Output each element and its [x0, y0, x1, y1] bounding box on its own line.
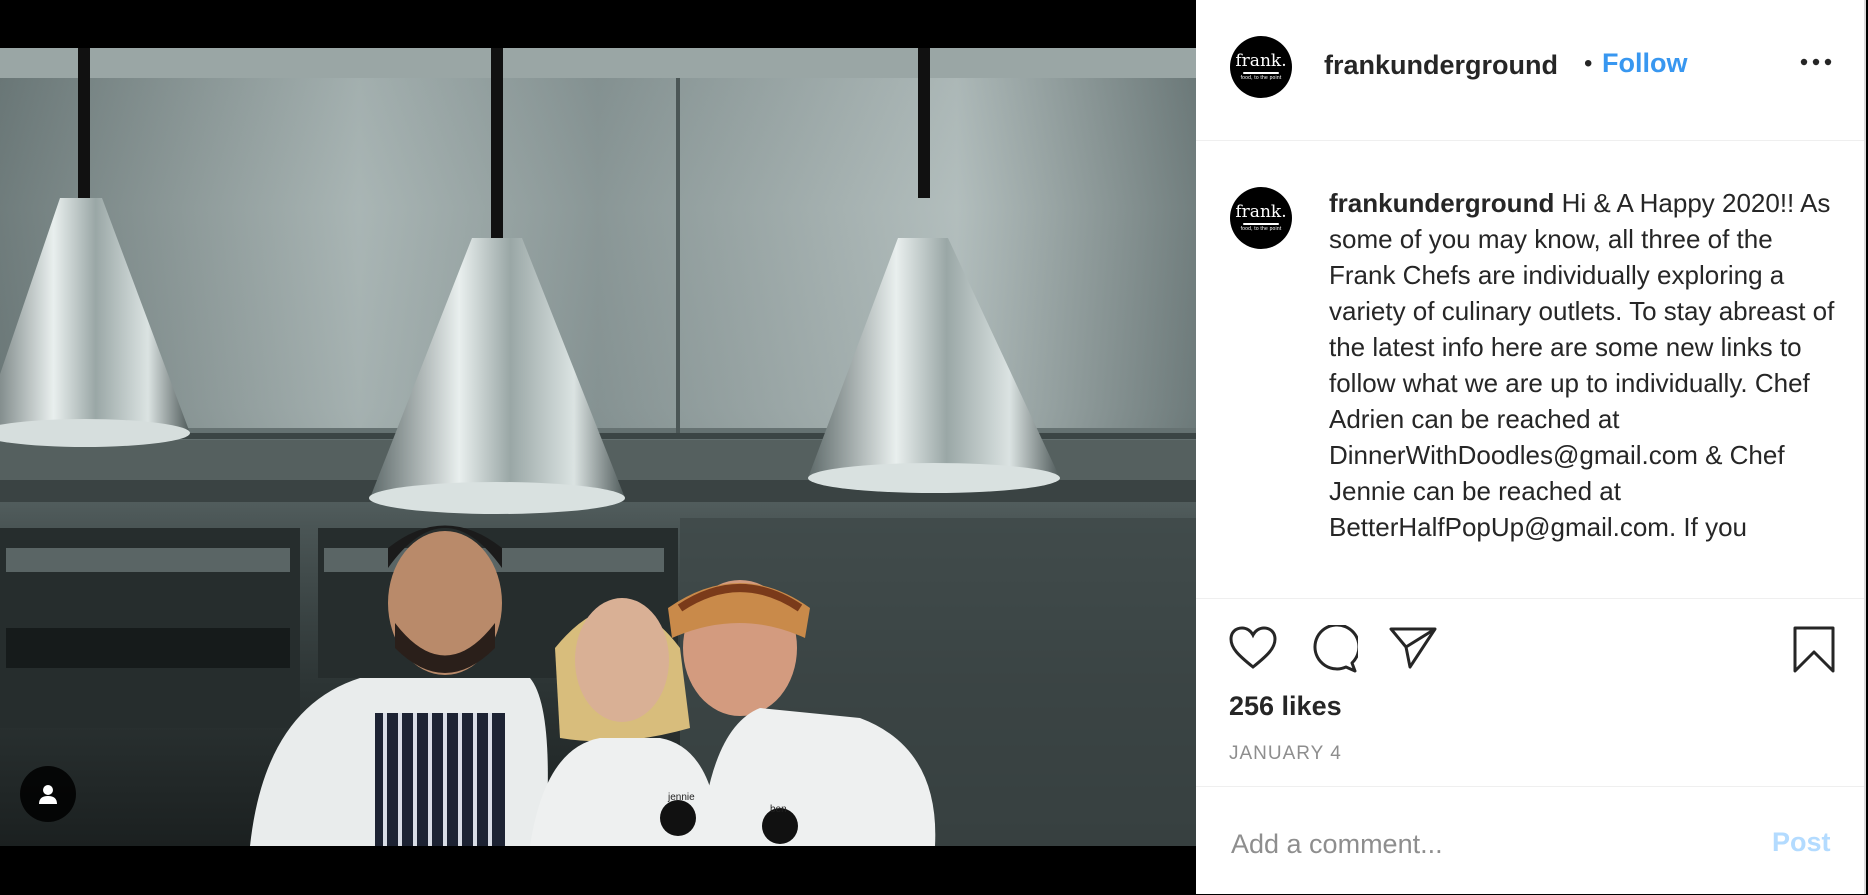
caption-body: Hi & A Happy 2020!! As some of you may k… — [1329, 188, 1842, 542]
post-media: jennie ben — [0, 0, 1196, 894]
post-photo[interactable]: jennie ben — [0, 48, 1196, 846]
post-comment-button[interactable]: Post — [1772, 827, 1831, 858]
caption-section: frank. food, to the point frankundergrou… — [1196, 141, 1864, 597]
more-options-button[interactable] — [1800, 54, 1832, 72]
avatar-brand: frank. — [1235, 50, 1287, 71]
comment-bar: Post — [1196, 786, 1864, 895]
kitchen-photo-illustration — [0, 48, 1196, 846]
post-username[interactable]: frankunderground — [1324, 50, 1558, 81]
separator-dot: • — [1584, 50, 1593, 77]
more-horizontal-icon — [1800, 58, 1832, 66]
user-icon — [39, 785, 57, 804]
avatar-tagline: food, to the point — [1240, 74, 1282, 81]
apron-label-jennie: jennie — [668, 792, 695, 803]
caption-text: frankunderground Hi & A Happy 2020!! As … — [1329, 185, 1839, 545]
caption-avatar[interactable]: frank. food, to the point — [1230, 187, 1292, 249]
share-icon — [1389, 627, 1437, 669]
bookmark-icon — [1793, 626, 1835, 673]
likes-count[interactable]: 256 likes — [1229, 691, 1342, 722]
apron-label-ben: ben — [770, 804, 787, 815]
tagged-users-button[interactable] — [20, 766, 76, 822]
follow-button[interactable]: Follow — [1602, 48, 1687, 79]
share-button[interactable] — [1388, 625, 1438, 676]
post-actions: 256 likes JANUARY 4 — [1196, 598, 1864, 787]
caption-username[interactable]: frankunderground — [1329, 188, 1554, 218]
post-date[interactable]: JANUARY 4 — [1229, 743, 1342, 765]
avatar-brand: frank. — [1235, 201, 1287, 222]
comment-icon — [1313, 623, 1361, 673]
save-button[interactable] — [1792, 625, 1836, 680]
profile-avatar[interactable]: frank. food, to the point — [1230, 36, 1292, 98]
heart-icon — [1229, 626, 1277, 669]
post-header: frank. food, to the point frankundergrou… — [1196, 0, 1864, 141]
like-button[interactable] — [1228, 625, 1278, 676]
avatar-tagline: food, to the point — [1240, 225, 1282, 232]
comment-button[interactable] — [1308, 623, 1361, 678]
comment-input[interactable] — [1229, 823, 1733, 865]
post-details-panel: frank. food, to the point frankundergrou… — [1196, 0, 1866, 894]
